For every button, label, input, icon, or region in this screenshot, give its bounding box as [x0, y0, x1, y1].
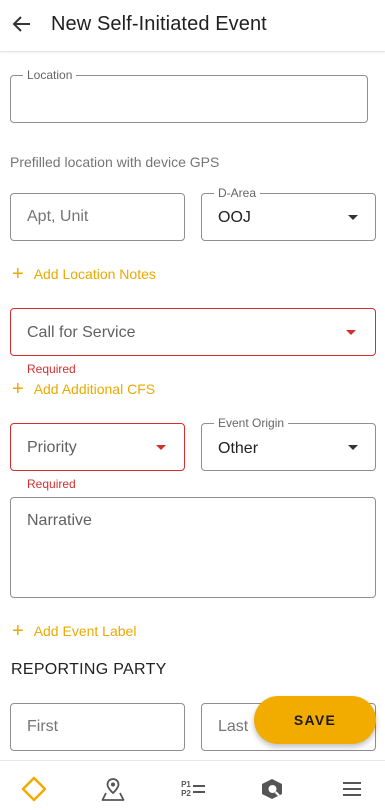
narrative-placeholder: Narrative: [27, 512, 92, 529]
plus-icon: +: [12, 620, 24, 642]
nav-priority-list[interactable]: P1 P2: [178, 775, 208, 803]
add-additional-cfs-label: Add Additional CFS: [33, 381, 156, 397]
nav-map[interactable]: [99, 775, 127, 803]
location-field[interactable]: Location: [10, 68, 368, 123]
back-button[interactable]: [8, 10, 36, 38]
first-name-placeholder: First: [27, 718, 59, 735]
location-helper-text: Prefilled location with device GPS: [10, 154, 220, 170]
event-origin-select[interactable]: Event Origin Other: [201, 416, 376, 471]
add-location-notes-label: Add Location Notes: [33, 266, 156, 282]
chevron-down-icon: [348, 215, 358, 220]
map-pin-icon: [101, 778, 125, 801]
narrative-field[interactable]: Narrative: [10, 497, 376, 598]
priority-select[interactable]: Priority: [10, 423, 185, 471]
chevron-down-icon: [156, 445, 166, 450]
nav-menu[interactable]: [338, 775, 366, 803]
nav-search[interactable]: [258, 775, 286, 803]
location-label: Location: [23, 68, 77, 82]
app-bar: New Self-Initiated Event: [0, 0, 385, 52]
last-name-placeholder: Last: [218, 718, 249, 735]
event-origin-value: Other: [218, 440, 259, 457]
d-area-select[interactable]: D-Area OOJ: [201, 186, 376, 241]
bottom-navigation: P1 P2: [0, 760, 385, 810]
event-origin-label: Event Origin: [214, 416, 289, 430]
call-for-service-select[interactable]: Call for Service: [10, 308, 376, 356]
diamond-icon: [21, 776, 47, 802]
page-title: New Self-Initiated Event: [51, 13, 267, 35]
chevron-down-icon: [348, 445, 358, 450]
chevron-down-icon: [346, 330, 356, 335]
call-for-service-placeholder: Call for Service: [27, 324, 136, 341]
priority-error: Required: [27, 477, 76, 491]
add-event-label-label: Add Event Label: [33, 623, 137, 639]
first-name-field[interactable]: First: [10, 703, 185, 751]
priority-placeholder: Priority: [27, 439, 77, 456]
arrow-left-icon: [12, 16, 30, 32]
menu-icon: [343, 782, 361, 796]
call-for-service-error: Required: [27, 362, 76, 376]
add-location-notes-button[interactable]: + Add Location Notes: [12, 263, 156, 285]
d-area-value: OOJ: [218, 209, 251, 226]
add-event-label-button[interactable]: + Add Event Label: [12, 620, 137, 642]
save-button[interactable]: SAVE: [254, 696, 376, 744]
nav-events[interactable]: [20, 775, 48, 803]
plus-icon: +: [12, 378, 24, 400]
p2-text: P2: [181, 789, 191, 798]
apt-unit-field[interactable]: Apt, Unit: [10, 193, 185, 241]
priority-list-icon: P1 P2: [181, 780, 205, 798]
search-icon: [262, 779, 282, 799]
add-additional-cfs-button[interactable]: + Add Additional CFS: [12, 378, 156, 400]
p1-text: P1: [181, 780, 191, 789]
apt-unit-placeholder: Apt, Unit: [27, 208, 89, 225]
plus-icon: +: [12, 263, 24, 285]
reporting-party-heading: REPORTING PARTY: [11, 661, 167, 678]
d-area-label: D-Area: [214, 186, 261, 200]
